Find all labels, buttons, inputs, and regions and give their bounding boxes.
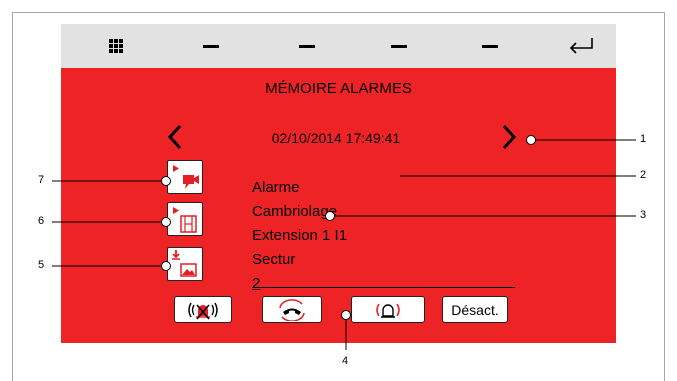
callout-lines xyxy=(52,135,636,350)
callout-label: 1 xyxy=(640,133,647,145)
callout-label: 7 xyxy=(38,174,45,186)
callout-label: 4 xyxy=(342,355,349,367)
callout-label: 6 xyxy=(38,215,45,227)
callout-label: 3 xyxy=(640,209,647,221)
callout-label: 5 xyxy=(38,259,45,271)
callout-label: 2 xyxy=(640,169,647,181)
